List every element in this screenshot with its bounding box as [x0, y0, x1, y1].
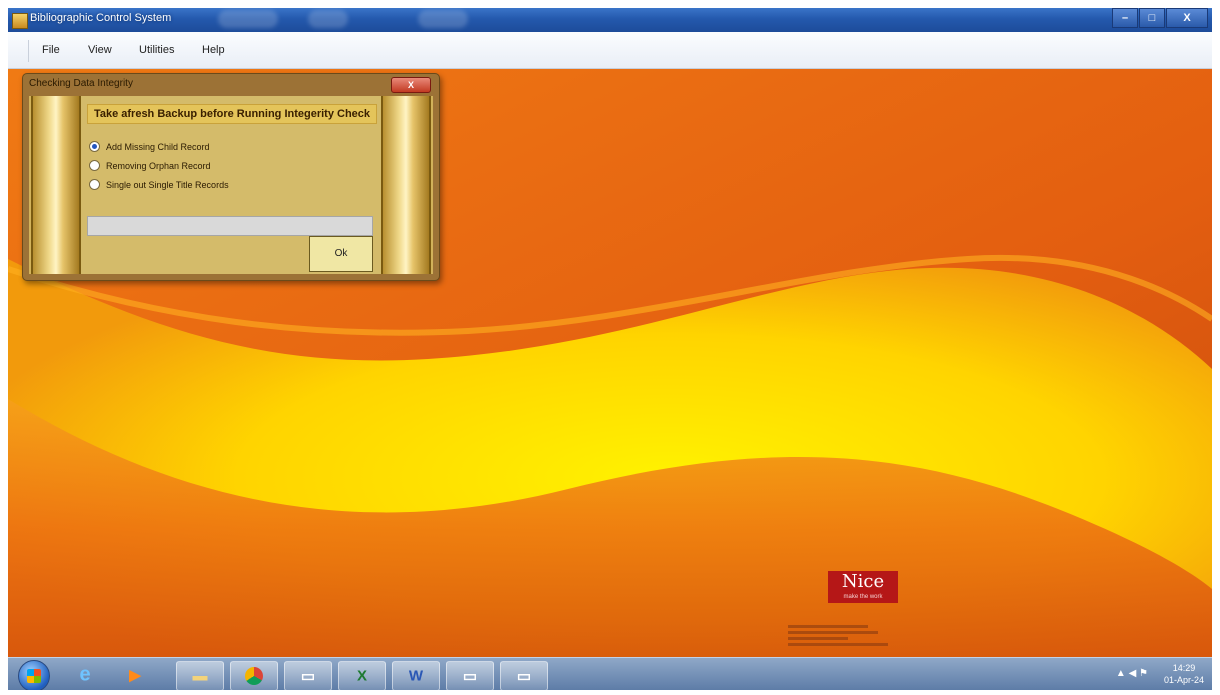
clock[interactable]: 14:29 01-Apr-24 [1164, 662, 1204, 686]
chrome-icon[interactable] [230, 661, 278, 690]
left-pillar-decoration [31, 96, 81, 274]
option-add-missing-child[interactable]: Add Missing Child Record [89, 141, 210, 152]
windows-flag-icon [27, 669, 41, 683]
dialog-body: Take afresh Backup before Running Intege… [29, 96, 433, 274]
progress-bar [87, 216, 373, 236]
minimize-button[interactable]: – [1112, 8, 1138, 28]
screen: Bibliographic Control System – □ X File … [8, 8, 1212, 690]
window-icon[interactable]: ▭ [500, 661, 548, 690]
app-icon [12, 13, 28, 29]
menu-file[interactable]: File [42, 44, 60, 56]
ok-button[interactable]: Ok [309, 236, 373, 272]
close-button[interactable]: X [1166, 8, 1208, 28]
option-label: Single out Single Title Records [106, 179, 229, 190]
file-explorer-icon[interactable]: ▬ [176, 661, 224, 690]
option-label: Removing Orphan Record [106, 160, 211, 171]
excel-icon[interactable]: X [338, 661, 386, 690]
menu-view[interactable]: View [88, 44, 112, 56]
radio-button[interactable] [89, 141, 100, 152]
menu-bar: File View Utilities Help [8, 32, 1212, 69]
aero-glow [308, 10, 348, 28]
window-title: Bibliographic Control System [30, 12, 172, 24]
nice-logo: Nice make the work [828, 571, 898, 603]
option-single-title[interactable]: Single out Single Title Records [89, 179, 229, 190]
option-label: Add Missing Child Record [106, 141, 210, 152]
window-icon[interactable]: ▭ [284, 661, 332, 690]
menu-help[interactable]: Help [202, 44, 225, 56]
logo-text: Nice [841, 571, 885, 592]
media-player-icon[interactable]: ▶ [118, 661, 152, 689]
logo-address-lines [788, 625, 898, 649]
word-icon[interactable]: W [392, 661, 440, 690]
taskbar: e ▶ ▬ ▭ X W ▭ ▭ ▲ ◀ ⚑ 14:29 01-Apr-24 [8, 657, 1212, 690]
internet-explorer-icon[interactable]: e [68, 661, 102, 689]
window-controls: – □ X [1111, 8, 1208, 28]
dialog-content: Take afresh Backup before Running Intege… [81, 96, 381, 274]
start-orb-icon[interactable] [18, 660, 50, 690]
radio-button[interactable] [89, 160, 100, 171]
clock-time: 14:29 [1172, 663, 1196, 673]
clock-date: 01-Apr-24 [1163, 675, 1204, 685]
menu-utilities[interactable]: Utilities [139, 44, 174, 56]
logo-subtitle: make the work [843, 594, 883, 600]
aero-glow [218, 10, 278, 28]
backup-warning: Take afresh Backup before Running Intege… [87, 104, 377, 124]
window-icon[interactable]: ▭ [446, 661, 494, 690]
title-bar: Bibliographic Control System – □ X [8, 8, 1212, 32]
option-remove-orphan[interactable]: Removing Orphan Record [89, 160, 211, 171]
right-pillar-decoration [381, 96, 431, 274]
radio-button[interactable] [89, 179, 100, 190]
menu-separator [28, 40, 29, 62]
integrity-dialog: Checking Data Integrity X Take afresh Ba… [22, 73, 440, 281]
dialog-close-button[interactable]: X [391, 77, 431, 93]
aero-glow [418, 10, 468, 28]
system-tray-icons[interactable]: ▲ ◀ ⚑ [1116, 668, 1148, 679]
maximize-button[interactable]: □ [1139, 8, 1165, 28]
dialog-title: Checking Data Integrity [29, 78, 133, 89]
